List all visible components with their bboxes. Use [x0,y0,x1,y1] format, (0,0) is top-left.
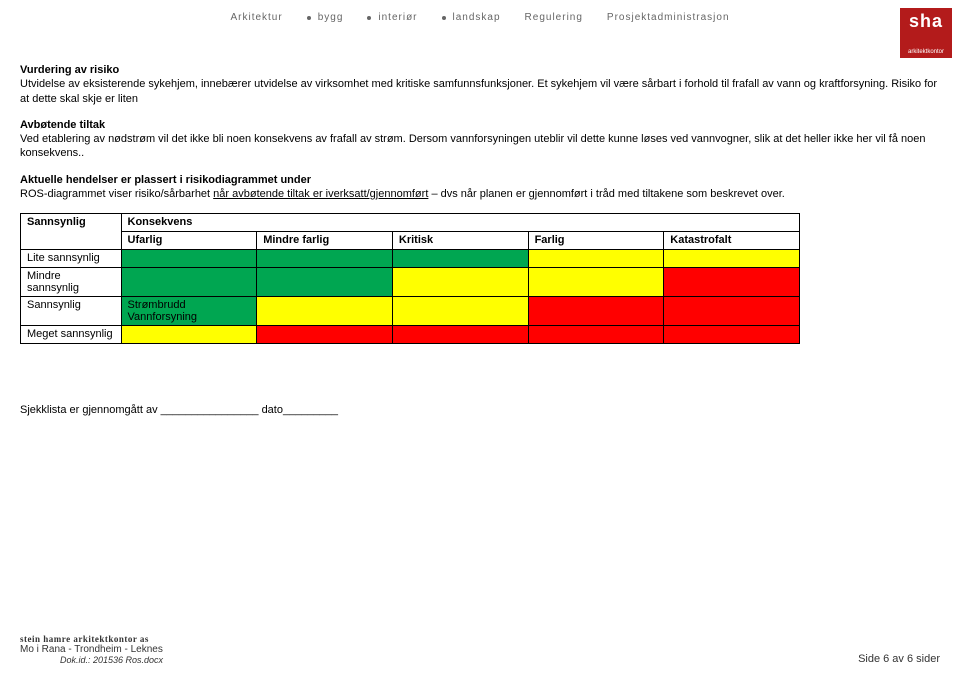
logo-text-top: sha [900,11,952,37]
risk-cell [528,268,664,297]
text: ROS-diagrammet viser risiko/sårbarhet [20,188,213,200]
table-subheader-row: Ufarlig Mindre farlig Kritisk Farlig Kat… [21,232,800,250]
prob-header: Sannsynlig [21,214,122,250]
risk-cell [121,268,257,297]
nav-label: interiør [378,12,417,23]
row-label: Meget sannsynlig [21,326,122,344]
nav-item: bygg [307,12,344,23]
risk-cell [257,268,393,297]
section-body: Ved etablering av nødstrøm vil det ikke … [20,132,940,161]
section-title: Aktuelle hendelser er plassert i risikod… [20,173,940,187]
header-nav: Arkitektur bygg interiør landskap Regule… [20,12,940,23]
section-title: Avbøtende tiltak [20,118,940,132]
footer-dokid: Dok.id.: 201536 Ros.docx [20,655,163,665]
cons-header: Konsekvens [121,214,799,232]
content: Vurdering av risiko Utvidelse av eksiste… [20,63,940,416]
risk-cell [528,326,664,344]
table-row: Mindre sannsynlig [21,268,800,297]
footer-left: stein hamre arkitektkontor as Mo i Rana … [20,634,163,665]
risk-cell [392,297,528,326]
logo: sha arkitektkontor [900,8,952,58]
text: – dvs når planen er gjennomført i tråd m… [428,188,784,200]
risk-cell [664,250,800,268]
cons-col: Kritisk [392,232,528,250]
risk-cell: StrømbruddVannforsyning [121,297,257,326]
cons-col: Farlig [528,232,664,250]
nav-item: Arkitektur [230,12,282,23]
risk-cell [528,297,664,326]
logo-text-bottom: arkitektkontor [900,49,952,55]
row-label: Mindre sannsynlig [21,268,122,297]
section-title: Vurdering av risiko [20,63,940,77]
risk-cell [392,250,528,268]
table-header-row: Sannsynlig Konsekvens [21,214,800,232]
table-row: SannsynligStrømbruddVannforsyning [21,297,800,326]
text-underline: når avbøtende tiltak er iverksatt/gjenno… [213,188,428,200]
risk-cell [257,250,393,268]
risk-cell [121,250,257,268]
risk-cell [392,268,528,297]
risk-cell [664,326,800,344]
cons-col: Katastrofalt [664,232,800,250]
footer: stein hamre arkitektkontor as Mo i Rana … [20,634,940,665]
table-row: Lite sannsynlig [21,250,800,268]
nav-item: Prosjektadministrasjon [607,12,730,23]
risk-cell [257,326,393,344]
risk-cell [664,297,800,326]
signoff-line: Sjekklista er gjennomgått av ___________… [20,404,940,416]
section-body: Utvidelse av eksisterende sykehjem, inne… [20,77,940,106]
section-aktuelle: Aktuelle hendelser er plassert i risikod… [20,173,940,202]
cons-col: Ufarlig [121,232,257,250]
risk-cell [121,326,257,344]
risk-cell [392,326,528,344]
nav-item: interiør [367,12,417,23]
footer-page: Side 6 av 6 sider [858,653,940,665]
risk-cell [257,297,393,326]
risk-cell [528,250,664,268]
risk-table: Sannsynlig Konsekvens Ufarlig Mindre far… [20,213,800,344]
footer-company: stein hamre arkitektkontor as [20,634,163,644]
row-label: Sannsynlig [21,297,122,326]
risk-cell [664,268,800,297]
nav-label: bygg [318,12,344,23]
footer-locations: Mo i Rana - Trondheim - Leknes [20,644,163,655]
cons-col: Mindre farlig [257,232,393,250]
nav-label: landskap [453,12,501,23]
section-vurdering: Vurdering av risiko Utvidelse av eksiste… [20,63,940,106]
section-body: ROS-diagrammet viser risiko/sårbarhet nå… [20,187,940,201]
row-label: Lite sannsynlig [21,250,122,268]
table-row: Meget sannsynlig [21,326,800,344]
nav-item: Regulering [525,12,583,23]
section-avbotende: Avbøtende tiltak Ved etablering av nødst… [20,118,940,161]
nav-item: landskap [442,12,501,23]
